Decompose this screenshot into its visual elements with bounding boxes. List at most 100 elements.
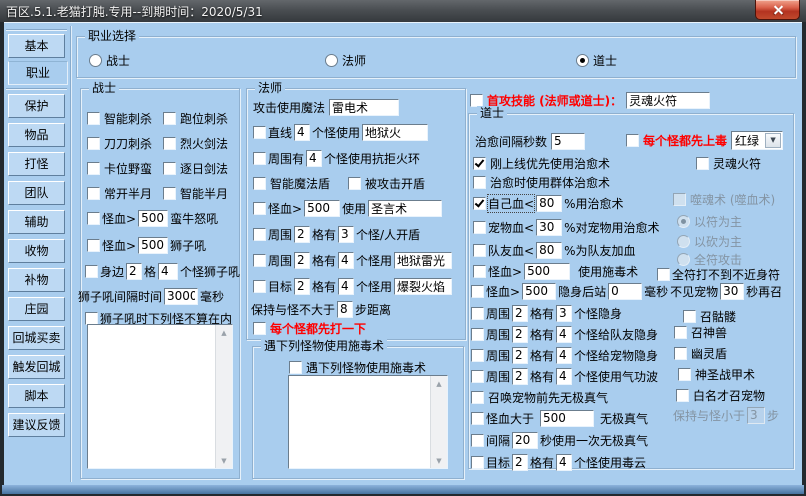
- thunder-grid-input[interactable]: [294, 251, 311, 269]
- sidebar-item-profession[interactable]: 职业: [8, 61, 68, 85]
- blast-label[interactable]: 目标: [268, 278, 292, 295]
- hide-self-checkbox[interactable]: [471, 306, 484, 320]
- holy-armor-label[interactable]: 神圣战甲术: [695, 366, 755, 383]
- ghost-shield-checkbox[interactable]: [674, 346, 687, 360]
- poison-hp-label[interactable]: 怪血>: [488, 263, 522, 280]
- qi-hp-input[interactable]: [540, 409, 595, 427]
- summon-skeleton-label[interactable]: 召骷髅: [700, 308, 736, 325]
- line-spell-input[interactable]: [362, 123, 429, 141]
- block-savage-checkbox[interactable]: [87, 161, 100, 175]
- qi-before-summon-label[interactable]: 召唤宠物前先无极真气: [488, 389, 608, 406]
- holy-word-checkbox[interactable]: [253, 201, 266, 215]
- fire-sword-checkbox[interactable]: [163, 136, 176, 150]
- self-heal-label[interactable]: 自己血<: [486, 193, 536, 213]
- hit-shield-checkbox[interactable]: [348, 176, 362, 190]
- qigong-label[interactable]: 周围: [486, 368, 510, 385]
- lion-roar-checkbox[interactable]: [87, 238, 100, 252]
- around-shield-count-input[interactable]: [338, 225, 355, 243]
- fire-ring-checkbox[interactable]: [253, 151, 266, 165]
- line-count-input[interactable]: [294, 123, 311, 141]
- sidebar-item-trigger-return[interactable]: 触发回城: [8, 355, 65, 379]
- hide-hp-input[interactable]: [522, 282, 557, 300]
- move-stab-checkbox[interactable]: [163, 111, 176, 125]
- soul-talisman-label[interactable]: 灵魂火符: [713, 155, 761, 172]
- lion-roar-hp-input[interactable]: [138, 236, 169, 254]
- smart-shield-checkbox[interactable]: [253, 176, 266, 190]
- pet-heal-input[interactable]: [536, 218, 563, 236]
- summon-beast-label[interactable]: 召神兽: [691, 324, 727, 341]
- hide-pet-label[interactable]: 周围: [486, 347, 510, 364]
- hide-team-label[interactable]: 周围: [486, 326, 510, 343]
- around-shield-checkbox[interactable]: [253, 227, 266, 241]
- poison-hp-checkbox[interactable]: [473, 264, 486, 278]
- warrior-radio[interactable]: [89, 53, 102, 67]
- dropdown-icon[interactable]: ▼: [765, 132, 782, 148]
- half-moon-checkbox[interactable]: [87, 186, 100, 200]
- nearby-count-input[interactable]: [158, 262, 179, 280]
- qi-interval-input[interactable]: [512, 431, 539, 449]
- ring-label[interactable]: 周围有: [268, 150, 304, 167]
- qi-hp-checkbox[interactable]: [471, 411, 484, 425]
- hide-team-grid-input[interactable]: [512, 325, 529, 343]
- smart-stab-checkbox[interactable]: [87, 111, 100, 125]
- poison-hp-input[interactable]: [524, 262, 571, 280]
- group-heal-checkbox[interactable]: [473, 175, 486, 189]
- scroll-up-icon[interactable]: ▲: [431, 376, 447, 391]
- mode-talisman-radio[interactable]: [677, 214, 690, 228]
- line-checkbox[interactable]: [253, 125, 266, 139]
- ghost-shield-label[interactable]: 幽灵盾: [691, 345, 727, 362]
- smart-stab-label[interactable]: 智能刺杀: [104, 110, 152, 127]
- sidebar-item-team[interactable]: 团队: [8, 181, 65, 205]
- pre-poison-label[interactable]: 每个怪都先上毒: [643, 132, 727, 149]
- attack-magic-input[interactable]: [329, 98, 400, 116]
- blast-count-input[interactable]: [338, 277, 355, 295]
- bull-roar-label[interactable]: 怪血>: [102, 210, 136, 227]
- scroll-up-icon[interactable]: ▲: [216, 325, 232, 340]
- nearby-label[interactable]: 身边: [100, 263, 124, 280]
- hide-pet-count-input[interactable]: [556, 346, 573, 364]
- first-attack-checkbox[interactable]: [470, 93, 483, 107]
- around-shield-grid-input[interactable]: [294, 225, 311, 243]
- every-stab-label[interactable]: 刀刀刺杀: [104, 135, 152, 152]
- no-near-label[interactable]: 全符打不到不近身符: [672, 266, 780, 283]
- fire-sword-label[interactable]: 烈火剑法: [180, 135, 228, 152]
- sidebar-item-collect[interactable]: 收物: [8, 239, 65, 263]
- roar-interval-input[interactable]: [164, 287, 199, 305]
- team-heal-input[interactable]: [536, 241, 563, 259]
- mode-melee-radio[interactable]: [677, 234, 690, 248]
- blast-checkbox[interactable]: [253, 279, 266, 293]
- pre-poison-checkbox[interactable]: [626, 133, 639, 147]
- summon-beast-checkbox[interactable]: [674, 325, 687, 339]
- pet-heal-checkbox[interactable]: [473, 220, 486, 234]
- holy-word-spell-input[interactable]: [368, 199, 443, 217]
- holy-word-label[interactable]: 怪血>: [268, 200, 302, 217]
- nearby-grid-input[interactable]: [126, 262, 143, 280]
- taoist-radio-label[interactable]: 道士: [593, 52, 617, 69]
- hide-stand-input[interactable]: [608, 282, 643, 300]
- scroll-down-icon[interactable]: ▼: [431, 453, 447, 468]
- self-heal-checkbox[interactable]: [473, 196, 486, 210]
- heal-interval-input[interactable]: [551, 132, 586, 150]
- qigong-count-input[interactable]: [556, 367, 573, 385]
- poison-monster-listbox[interactable]: ▲ ▼: [288, 375, 448, 469]
- hit-shield-label[interactable]: 被攻击开盾: [365, 175, 425, 192]
- poison-list-label[interactable]: 遇下列怪物使用施毒术: [306, 359, 426, 376]
- sidebar-item-town-trade[interactable]: 回城买卖: [8, 326, 65, 350]
- sidebar-item-manor[interactable]: 庄园: [8, 297, 65, 321]
- listbox-scrollbar[interactable]: ▲ ▼: [215, 325, 232, 468]
- hide-pet-seconds-input[interactable]: [720, 282, 745, 300]
- sidebar-item-feedback[interactable]: 建议反馈: [8, 413, 65, 437]
- team-heal-label[interactable]: 队友血<: [488, 242, 534, 259]
- nearby-roar-checkbox[interactable]: [85, 264, 98, 278]
- poison-list-checkbox[interactable]: [289, 360, 302, 374]
- white-name-summon-checkbox[interactable]: [676, 388, 689, 402]
- sun-sword-label[interactable]: 逐日剑法: [180, 160, 228, 177]
- heal-on-login-label[interactable]: 刚上线优先使用治愈术: [490, 155, 610, 172]
- first-attack-label[interactable]: 首攻技能 (法师或道士)：: [487, 92, 622, 109]
- thunder-label[interactable]: 周围: [268, 252, 292, 269]
- poison-cloud-count-input[interactable]: [556, 453, 573, 471]
- bull-roar-hp-input[interactable]: [138, 209, 169, 227]
- poison-cloud-label[interactable]: 目标: [486, 454, 510, 471]
- mage-radio-label[interactable]: 法师: [342, 52, 366, 69]
- titlebar[interactable]: 百区.5.1.老猫打肫.专用--到期时间：2020/5/31: [0, 0, 806, 22]
